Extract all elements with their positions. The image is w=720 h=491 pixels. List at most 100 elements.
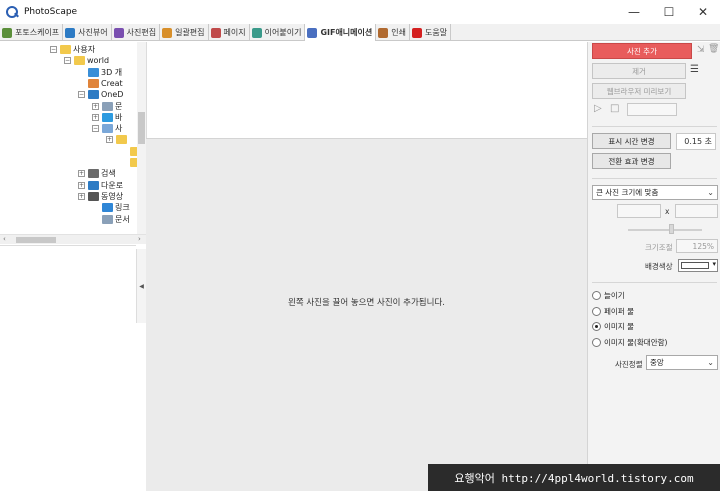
tree-node-label: 사 (115, 124, 123, 134)
drop-hint-text: 왼쪽 사진을 끌어 놓으면 사진이 추가됩니다. (288, 298, 445, 308)
background-color-picker[interactable]: ▾ (678, 259, 718, 272)
scroll-left-arrow-icon[interactable]: ‹ (3, 235, 6, 243)
change-transition-button[interactable]: 전환 효과 변경 (592, 153, 671, 169)
radio-unchecked-icon[interactable] (592, 337, 601, 347)
web-preview-button[interactable]: 웹브라우저 미리보기 (592, 83, 686, 99)
tab-icon (307, 27, 318, 38)
tree-node[interactable]: 3D 개 (78, 67, 122, 78)
zoom-slider-thumb[interactable] (669, 224, 674, 234)
folder-icon (130, 158, 137, 167)
radio-checked-icon[interactable] (592, 322, 601, 331)
tree-node[interactable]: + 동영상 (78, 191, 123, 202)
display-time-field[interactable]: 0.15 초 (676, 133, 716, 150)
tab-8[interactable]: 도움말 (410, 24, 452, 41)
tab-4[interactable]: 페이지 (209, 24, 250, 41)
tab-5[interactable]: 이어붙이기 (250, 24, 306, 41)
tab-1[interactable]: 사진뷰어 (63, 24, 112, 41)
maximize-button[interactable]: ☐ (652, 0, 686, 24)
height-field[interactable] (675, 204, 718, 218)
tree-node-label: 3D 개 (101, 67, 123, 77)
play-icon[interactable]: ▷ (594, 103, 602, 114)
expand-icon[interactable]: + (92, 113, 99, 121)
folder-icon (130, 146, 137, 156)
tree-node[interactable]: + 검색 (78, 168, 116, 179)
fit-mode-option[interactable]: 이미지 물(확대안함) (592, 337, 667, 348)
expand-icon[interactable]: + (106, 136, 113, 144)
stop-icon[interactable]: □ (610, 103, 619, 114)
separator (592, 178, 717, 179)
tree-node[interactable]: + 바 (92, 112, 122, 123)
collapse-icon[interactable]: − (92, 125, 99, 133)
tab-3[interactable]: 일괄편집 (160, 24, 209, 41)
scroll-right-arrow-icon[interactable]: › (138, 235, 141, 243)
expand-icon[interactable]: + (78, 192, 85, 200)
expand-icon[interactable]: + (78, 170, 85, 178)
tab-6[interactable]: GIF애니메이션 (305, 24, 377, 41)
width-field[interactable] (617, 204, 661, 218)
collapse-icon[interactable]: − (64, 57, 71, 65)
cube-icon (88, 67, 99, 77)
align-select[interactable]: 중앙 ⌄ (646, 355, 718, 370)
tab-7[interactable]: 인쇄 (376, 24, 410, 41)
panel-collapse-handle[interactable]: ◀ (136, 249, 146, 323)
zoom-slider-track[interactable] (628, 229, 702, 231)
align-label: 사진정렬 (615, 360, 643, 369)
file-thumbnail-list[interactable] (0, 245, 136, 491)
tree-node[interactable]: + 다운로 (78, 180, 123, 191)
radio-unchecked-icon[interactable] (592, 306, 601, 316)
search-icon (88, 169, 99, 179)
dimension-separator: x (665, 207, 670, 216)
color-swatch (681, 262, 709, 269)
collapse-icon[interactable]: − (78, 91, 85, 99)
frame-strip[interactable] (146, 42, 587, 138)
radio-unchecked-icon[interactable] (592, 291, 601, 300)
fit-mode-label: 이미지 물 (604, 322, 634, 331)
tree-node[interactable]: 문서 (92, 214, 130, 225)
preview-canvas[interactable]: 왼쪽 사진을 끌어 놓으면 사진이 추가됩니다. (146, 138, 587, 491)
fit-mode-option[interactable]: 이미지 물 (592, 321, 634, 332)
left-panel: − 사용자 − world 3D 개 Creat − OneD + 문 + 바 − 사 + + 검색 + 다운로 + 동… (0, 42, 146, 491)
folder-tree[interactable]: − 사용자 − world 3D 개 Creat − OneD + 문 + 바 − 사 + + 검색 + 다운로 + 동… (0, 42, 137, 234)
tree-node[interactable]: − 사용자 (50, 44, 95, 55)
scrollbar-thumb[interactable] (138, 112, 145, 144)
expand-icon[interactable]: + (92, 102, 99, 110)
fit-mode-option[interactable]: 늘이기 (592, 290, 625, 301)
close-button[interactable]: ✕ (686, 0, 720, 24)
tree-node[interactable]: − OneD (78, 89, 123, 100)
onedrive-icon (88, 90, 99, 100)
tab-label: GIF애니메이션 (320, 28, 373, 37)
tree-node-label: 문 (115, 101, 123, 111)
list-view-icon[interactable]: ☰ (690, 64, 699, 75)
tree-node[interactable] (120, 157, 137, 168)
add-photo-button[interactable]: 사진 추가 (592, 43, 692, 59)
photoscape-logo-icon (5, 5, 19, 19)
folder-tree-vertical-scrollbar[interactable] (137, 42, 146, 234)
tree-node-label: 문서 (115, 214, 130, 224)
tab-2[interactable]: 사진편집 (112, 24, 161, 41)
fit-mode-option[interactable]: 페이퍼 물 (592, 306, 634, 317)
size-fit-select[interactable]: 큰 사진 크기에 맞춤 ⌄ (592, 185, 718, 200)
video-icon (88, 191, 99, 201)
tree-node-label: world (87, 56, 110, 66)
tree-node[interactable]: 링크 (92, 202, 130, 213)
tree-node[interactable]: − world (64, 55, 109, 66)
expand-icon[interactable]: + (78, 181, 85, 189)
tab-0[interactable]: 포토스케이프 (0, 24, 64, 41)
collapse-icon[interactable]: − (50, 46, 57, 53)
doc-icon (102, 214, 113, 224)
tree-node[interactable]: + 문 (92, 101, 122, 112)
watermark-banner: 요행악어 http://4ppl4world.tistory.com (428, 464, 720, 491)
scrollbar-thumb[interactable] (16, 237, 56, 243)
tree-node[interactable]: − 사 (92, 123, 122, 134)
zoom-label: 크기조절 (645, 243, 673, 252)
change-display-time-button[interactable]: 표시 시간 변경 (592, 133, 671, 149)
app-title: PhotoScape (24, 7, 78, 17)
tree-node[interactable]: Creat (78, 78, 123, 89)
delete-button[interactable]: 제거 (592, 63, 686, 79)
folder-tree-horizontal-scrollbar[interactable]: ‹ › (0, 234, 146, 244)
tree-node[interactable]: + (106, 134, 129, 145)
minimize-button[interactable]: — (617, 0, 651, 24)
trash-icon: 🗑 (708, 44, 720, 54)
tree-node[interactable] (120, 146, 137, 157)
folder-icon (116, 135, 127, 145)
